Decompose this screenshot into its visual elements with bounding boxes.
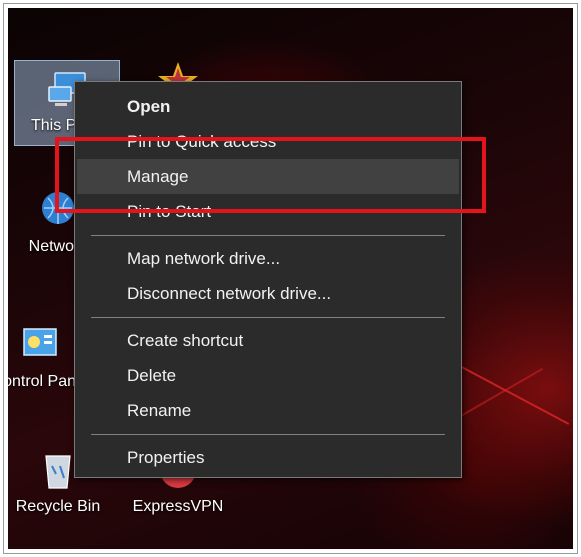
menu-item-disconnect-network-drive[interactable]: Disconnect network drive... — [77, 276, 459, 311]
menu-separator — [91, 317, 445, 318]
menu-item-rename[interactable]: Rename — [77, 393, 459, 428]
menu-item-create-shortcut[interactable]: Create shortcut — [77, 323, 459, 358]
menu-separator — [91, 434, 445, 435]
desktop-icon-label: ExpressVPN — [132, 498, 224, 515]
menu-item-map-network-drive[interactable]: Map network drive... — [77, 241, 459, 276]
menu-item-pin-quick-access[interactable]: Pin to Quick access — [77, 124, 459, 159]
menu-separator — [91, 235, 445, 236]
menu-item-open[interactable]: Open — [77, 89, 459, 124]
menu-item-properties[interactable]: Properties — [77, 440, 459, 475]
menu-item-pin-start[interactable]: Pin to Start — [77, 194, 459, 229]
control-panel-icon — [18, 323, 62, 367]
menu-item-manage[interactable]: Manage — [77, 159, 459, 194]
desktop-icon-label: Recycle Bin — [15, 498, 101, 515]
menu-item-delete[interactable]: Delete — [77, 358, 459, 393]
context-menu: Open Pin to Quick access Manage Pin to S… — [74, 81, 462, 478]
